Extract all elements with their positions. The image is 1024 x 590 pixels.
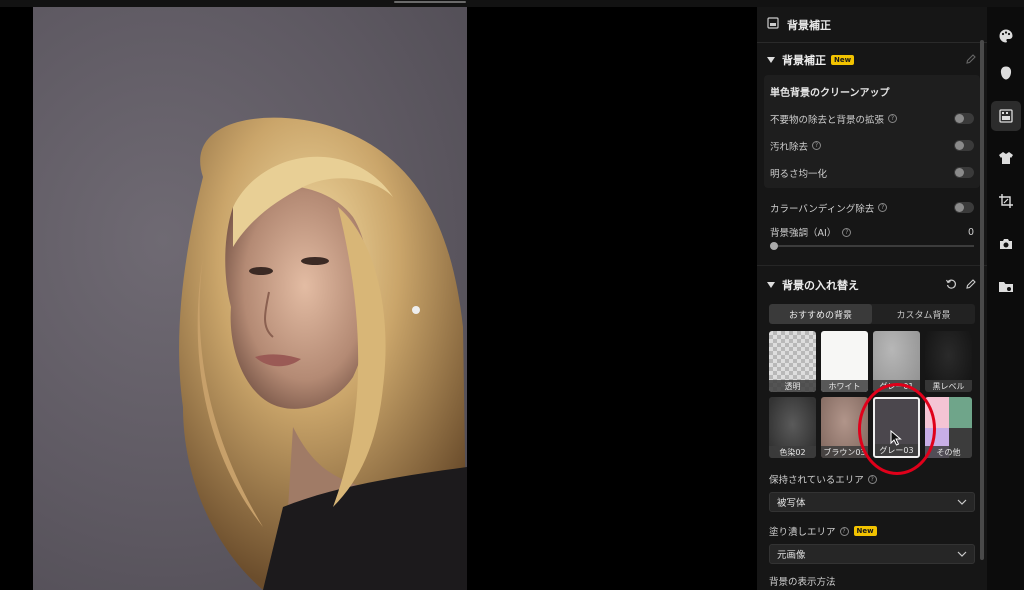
- toggle-remove-objects[interactable]: [954, 113, 974, 124]
- bg-enhance-slider-group: 背景強調（AI） ? 0: [757, 223, 987, 251]
- bg-tile-other[interactable]: その他: [925, 397, 972, 458]
- panel-title: 背景補正: [787, 18, 831, 32]
- background-icon: [767, 17, 779, 32]
- row-remove-objects: 不要物の除去と背景の拡張 ?: [764, 105, 980, 132]
- tile-label: ブラウン03: [821, 446, 868, 458]
- palette-icon[interactable]: [991, 21, 1021, 51]
- fill-area-select[interactable]: 元画像: [769, 544, 975, 564]
- background-tabs: おすすめの背景 カスタム背景: [769, 304, 975, 324]
- bg-tile-transparent[interactable]: 透明: [769, 331, 816, 392]
- toggle-stain-removal[interactable]: [954, 140, 974, 151]
- chevron-down-icon: [957, 549, 967, 560]
- help-icon[interactable]: ?: [867, 474, 877, 484]
- help-icon[interactable]: ?: [888, 114, 898, 123]
- help-icon[interactable]: ?: [842, 227, 852, 237]
- collapse-triangle-icon[interactable]: [767, 282, 775, 288]
- section-title: 背景の入れ替え: [782, 279, 859, 292]
- slider-knob[interactable]: [770, 242, 778, 250]
- label-text: 背景の表示方法: [769, 577, 836, 588]
- image-canvas[interactable]: [0, 7, 757, 590]
- slider-label: 背景強調（AI）: [770, 228, 837, 239]
- portrait-photo: [33, 7, 467, 590]
- fill-area-label: 塗り潰しエリア ? New: [757, 524, 987, 538]
- crop-icon[interactable]: [991, 186, 1021, 216]
- bg-tile-brown03[interactable]: ブラウン03: [821, 397, 868, 458]
- row-label: 汚れ除去: [770, 141, 809, 153]
- tile-label: グレー01: [873, 380, 920, 392]
- section-header-bg-replace[interactable]: 背景の入れ替え: [757, 270, 987, 300]
- edit-pencil-icon[interactable]: [965, 278, 977, 293]
- row-label: 明るさ均一化: [770, 168, 828, 180]
- panel-header: 背景補正: [757, 7, 987, 43]
- bg-tile-gray01[interactable]: グレー01: [873, 331, 920, 392]
- tile-label: 色染02: [769, 446, 816, 458]
- tile-label: 透明: [769, 380, 816, 392]
- shirt-icon[interactable]: [991, 143, 1021, 173]
- tab-custom[interactable]: カスタム背景: [872, 304, 975, 324]
- kept-area-label: 保持されているエリア ?: [757, 472, 987, 486]
- help-icon[interactable]: ?: [839, 526, 849, 536]
- tile-label: その他: [925, 446, 972, 458]
- tile-label: ホワイト: [821, 380, 868, 392]
- bg-tile-dye02[interactable]: 色染02: [769, 397, 816, 458]
- camera-icon[interactable]: [991, 229, 1021, 259]
- toggle-brightness-even[interactable]: [954, 167, 974, 178]
- bg-enhance-slider[interactable]: [770, 241, 974, 251]
- mouse-cursor-icon: [890, 429, 902, 450]
- display-method-label: 背景の表示方法: [757, 574, 987, 588]
- section-header-bg-correction[interactable]: 背景補正 New: [757, 45, 987, 75]
- row-color-banding: カラーバンディング除去 ?: [757, 194, 987, 221]
- help-icon[interactable]: ?: [878, 203, 888, 212]
- reset-icon[interactable]: [945, 278, 957, 293]
- tile-label: 黒レベル: [925, 380, 972, 392]
- panel-scrollbar[interactable]: [980, 40, 984, 560]
- help-icon[interactable]: ?: [812, 141, 822, 150]
- tool-rail: [987, 7, 1024, 590]
- row-label: カラーバンディング除去: [770, 203, 875, 215]
- folder-icon[interactable]: [991, 272, 1021, 302]
- tab-recommended[interactable]: おすすめの背景: [769, 304, 872, 324]
- select-value: 元画像: [777, 550, 806, 561]
- section-title: 背景補正: [782, 54, 826, 67]
- new-badge: New: [831, 55, 855, 65]
- background-icon[interactable]: [991, 101, 1021, 131]
- cleanup-title: 単色背景のクリーンアップ: [770, 88, 890, 99]
- chevron-down-icon: [957, 497, 967, 508]
- kept-area-select[interactable]: 被写体: [769, 492, 975, 512]
- new-badge: New: [853, 526, 877, 536]
- slider-value[interactable]: 0: [968, 227, 974, 238]
- tab-indicator[interactable]: [394, 1, 466, 3]
- row-label: 不要物の除去と背景の拡張: [770, 114, 885, 126]
- label-text: 保持されているエリア: [769, 475, 864, 486]
- label-text: 塗り潰しエリア: [769, 527, 836, 538]
- row-stain-removal: 汚れ除去 ?: [764, 132, 980, 159]
- edit-pencil-icon[interactable]: [965, 53, 977, 68]
- background-grid: 透明 ホワイト グレー01 黒レベル 色染02 ブラウン03 グレー03 その他: [769, 331, 975, 458]
- portrait-illustration: [179, 117, 467, 590]
- row-brightness-even: 明るさ均一化: [764, 159, 980, 186]
- collapse-triangle-icon[interactable]: [767, 57, 775, 63]
- top-strip: [0, 0, 1024, 7]
- bg-tile-white[interactable]: ホワイト: [821, 331, 868, 392]
- face-icon[interactable]: [991, 58, 1021, 88]
- toggle-color-banding[interactable]: [954, 202, 974, 213]
- cleanup-box: 単色背景のクリーンアップ 不要物の除去と背景の拡張 ? 汚れ除去 ? 明るさ均一…: [764, 75, 980, 188]
- bg-tile-black[interactable]: 黒レベル: [925, 331, 972, 392]
- select-value: 被写体: [777, 498, 806, 509]
- background-correction-panel: 背景補正 背景補正 New 単色背景のクリーンアップ 不要物の除去と背景の拡張 …: [757, 7, 987, 590]
